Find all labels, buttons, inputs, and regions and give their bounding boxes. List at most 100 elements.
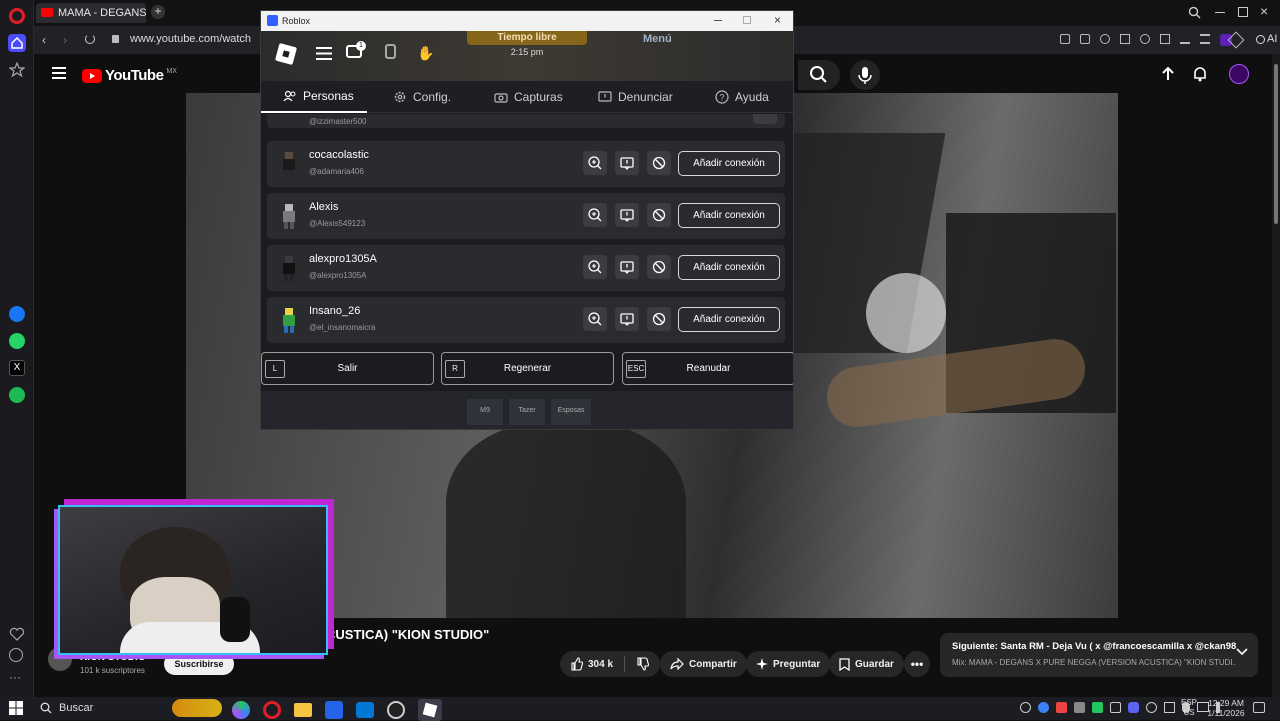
tray-app-icon[interactable] — [1164, 702, 1175, 713]
hamburger-menu-icon[interactable] — [52, 67, 66, 79]
camera-icon[interactable] — [1080, 34, 1090, 44]
add-connection-button[interactable]: Añadir conexión — [678, 203, 780, 228]
discord-icon[interactable] — [1128, 702, 1139, 713]
roblox-logo-icon[interactable] — [274, 42, 298, 66]
block-player-button[interactable] — [647, 151, 671, 175]
ask-button[interactable]: Preguntar — [746, 651, 831, 677]
respawn-button[interactable]: R Regenerar — [441, 352, 614, 385]
notifications-bell-icon[interactable] — [1192, 66, 1208, 82]
mail-icon[interactable] — [356, 702, 374, 718]
tab-config[interactable]: Config. — [393, 81, 451, 113]
voice-search-button[interactable] — [850, 60, 880, 90]
tray-app-icon[interactable] — [1038, 702, 1049, 713]
hotbar-slot-m9[interactable]: M9 — [467, 399, 503, 425]
spotify-icon[interactable] — [9, 387, 25, 403]
whatsapp-icon[interactable] — [9, 333, 25, 349]
close-window-icon[interactable]: × — [1260, 3, 1268, 19]
roblox-taskbar-icon[interactable] — [418, 699, 442, 721]
game-menu-label[interactable]: Menú — [643, 33, 672, 45]
roblox-menu-icon[interactable] — [316, 47, 332, 60]
search-tabs-icon[interactable] — [1188, 6, 1201, 19]
tray-mic-icon[interactable] — [1056, 702, 1067, 713]
add-connection-button[interactable]: Añadir conexión — [678, 255, 780, 280]
language-indicator[interactable]: ESP US — [1181, 698, 1197, 718]
windows-start-icon[interactable] — [9, 701, 23, 715]
report-player-button[interactable] — [615, 255, 639, 279]
leave-button[interactable]: L Salir — [261, 352, 434, 385]
share-button[interactable]: Compartir — [660, 651, 747, 677]
nvidia-icon[interactable] — [1092, 702, 1103, 713]
roblox-maximize-icon[interactable] — [743, 16, 751, 24]
hotbar-slot-tazer[interactable]: Tazer — [509, 399, 545, 425]
star-icon[interactable] — [9, 62, 25, 78]
minimize-window-icon[interactable] — [1215, 12, 1225, 13]
block-player-button[interactable] — [647, 307, 671, 331]
more-actions-button[interactable]: ••• — [904, 651, 930, 677]
clock[interactable]: 12:29 AM 1/11/2026 — [1203, 698, 1249, 718]
ai-button[interactable]: AI — [1256, 33, 1277, 45]
obs-icon[interactable] — [387, 701, 405, 719]
roblox-minimize-icon[interactable] — [714, 20, 722, 21]
save-button[interactable]: Guardar — [829, 651, 904, 677]
tray-app-icon[interactable] — [1146, 702, 1157, 713]
inspect-button[interactable] — [583, 203, 607, 227]
play-icon[interactable] — [1120, 34, 1130, 44]
account-avatar[interactable] — [1229, 64, 1249, 84]
copilot-icon[interactable] — [232, 701, 250, 719]
store-icon[interactable] — [325, 701, 343, 719]
forward-icon[interactable]: › — [63, 33, 67, 47]
more-icon[interactable]: ··· — [9, 670, 21, 684]
inspect-button[interactable] — [583, 307, 607, 331]
tab-denunciar[interactable]: Denunciar — [598, 81, 673, 113]
cube-icon[interactable] — [1160, 34, 1170, 44]
new-tab-icon[interactable]: + — [151, 5, 165, 19]
taskbar-search[interactable]: Buscar — [32, 697, 222, 720]
roblox-close-icon[interactable]: × — [774, 13, 781, 27]
tab-personas[interactable]: Personas — [261, 81, 367, 113]
resume-button[interactable]: ESC Reanudar — [622, 352, 793, 385]
inspect-button[interactable] — [583, 151, 607, 175]
home-icon[interactable] — [8, 34, 26, 52]
heart-icon[interactable] — [9, 626, 25, 642]
tab-capturas[interactable]: Capturas — [494, 81, 563, 113]
add-connection-button[interactable]: Añadir conexión — [678, 151, 780, 176]
heart-outline-icon[interactable] — [1140, 34, 1150, 44]
add-connection-button[interactable]: Añadir conexión — [678, 307, 780, 332]
report-player-button[interactable] — [615, 151, 639, 175]
x-twitter-icon[interactable]: X — [9, 360, 25, 376]
backpack-icon[interactable] — [385, 44, 396, 59]
tray-app-icon[interactable] — [1110, 702, 1121, 713]
report-player-button[interactable] — [615, 307, 639, 331]
youtube-logo[interactable]: YouTube MX — [82, 67, 177, 84]
tray-app-icon[interactable] — [1020, 702, 1031, 713]
scrollbar-thumb[interactable] — [1274, 64, 1278, 224]
block-player-button[interactable] — [647, 255, 671, 279]
search-button[interactable] — [798, 60, 840, 90]
edit-icon[interactable] — [1060, 34, 1070, 44]
block-player-button[interactable] — [647, 203, 671, 227]
up-next-card[interactable]: Siguiente: Santa RM - Deja Vu ( x @franc… — [940, 633, 1258, 677]
report-player-button[interactable] — [615, 203, 639, 227]
tab-youtube[interactable]: MAMA - DEGANS X P — [36, 3, 146, 23]
messenger-icon[interactable] — [9, 306, 25, 322]
upload-icon[interactable] — [1160, 66, 1176, 82]
inspect-button[interactable] — [583, 255, 607, 279]
shield-icon[interactable] — [1100, 34, 1110, 44]
tab-ayuda[interactable]: ? Ayuda — [715, 81, 769, 113]
file-explorer-icon[interactable] — [294, 703, 312, 717]
tray-app-icon[interactable] — [1074, 702, 1085, 713]
opera-taskbar-icon[interactable] — [263, 701, 281, 719]
history-icon[interactable] — [9, 648, 23, 662]
page-scrollbar[interactable] — [1272, 54, 1280, 697]
like-button[interactable]: 304 k — [570, 657, 613, 671]
chevron-down-icon[interactable] — [1236, 648, 1248, 656]
opera-logo-icon[interactable] — [9, 8, 25, 24]
subscribe-button[interactable]: Suscribirse — [164, 653, 234, 675]
back-icon[interactable]: ‹ — [42, 33, 46, 47]
maximize-window-icon[interactable] — [1238, 7, 1248, 17]
url-field[interactable]: www.youtube.com/watch — [130, 33, 251, 45]
thumbs-down-icon[interactable] — [636, 657, 650, 671]
notification-center-icon[interactable] — [1253, 702, 1265, 713]
hotbar-slot-esposas[interactable]: Esposas — [551, 399, 591, 425]
reload-icon[interactable] — [85, 34, 95, 44]
